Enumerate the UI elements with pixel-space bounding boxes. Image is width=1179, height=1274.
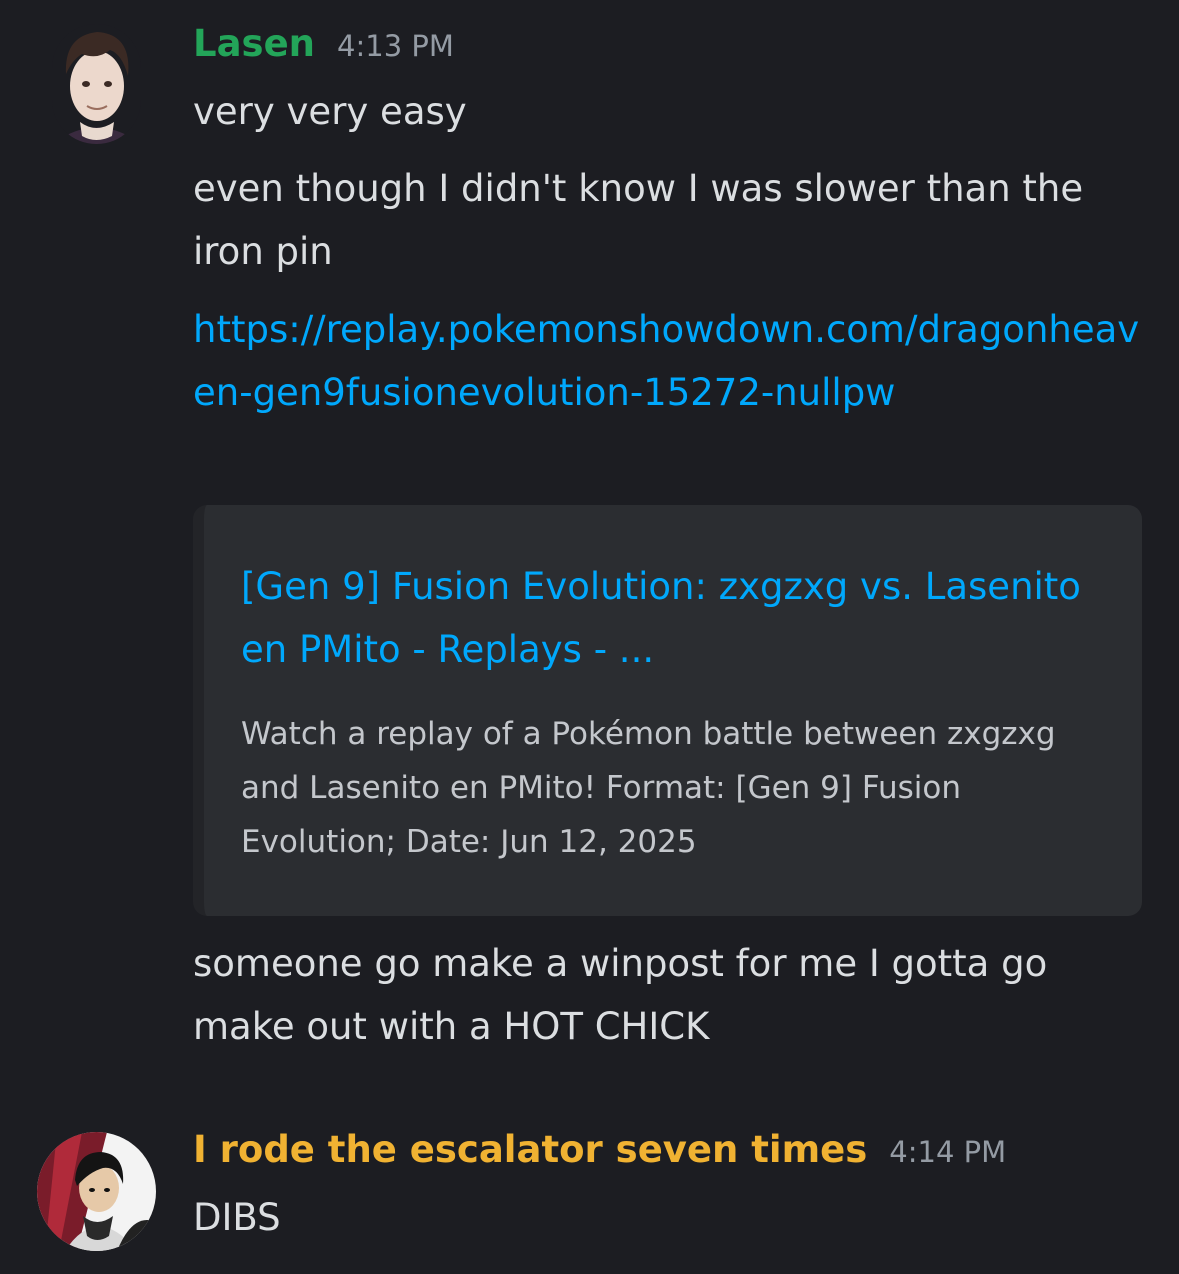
chat-message-list: Lasen 4:13 PM very very easy even though… bbox=[0, 0, 1179, 1274]
message-header: I rode the escalator seven times 4:14 PM bbox=[193, 1128, 1006, 1171]
avatar[interactable] bbox=[52, 24, 141, 144]
replay-link[interactable]: https://replay.pokemonshowdown.com/drago… bbox=[193, 308, 1139, 414]
message-text: someone go make a winpost for me I gotta… bbox=[193, 942, 1048, 1048]
username[interactable]: I rode the escalator seven times bbox=[193, 1128, 867, 1171]
message-header: Lasen 4:13 PM bbox=[193, 22, 454, 65]
user-avatar-icon bbox=[37, 1132, 156, 1251]
message-text: very very easy bbox=[193, 90, 467, 133]
message-text: DIBS bbox=[193, 1196, 281, 1239]
message-text: https://replay.pokemonshowdown.com/drago… bbox=[193, 298, 1153, 424]
link-embed: [Gen 9] Fusion Evolution: zxgzxg vs. Las… bbox=[193, 505, 1142, 916]
message-text: even though I didn't know I was slower t… bbox=[193, 167, 1084, 273]
timestamp: 4:14 PM bbox=[889, 1135, 1007, 1169]
embed-description: Watch a replay of a Pokémon battle betwe… bbox=[241, 716, 1056, 860]
username[interactable]: Lasen bbox=[193, 22, 315, 65]
timestamp: 4:13 PM bbox=[337, 29, 454, 63]
embed-title-link[interactable]: [Gen 9] Fusion Evolution: zxgzxg vs. Las… bbox=[241, 555, 1101, 681]
avatar[interactable] bbox=[37, 1132, 156, 1251]
user-avatar-icon bbox=[52, 24, 141, 144]
